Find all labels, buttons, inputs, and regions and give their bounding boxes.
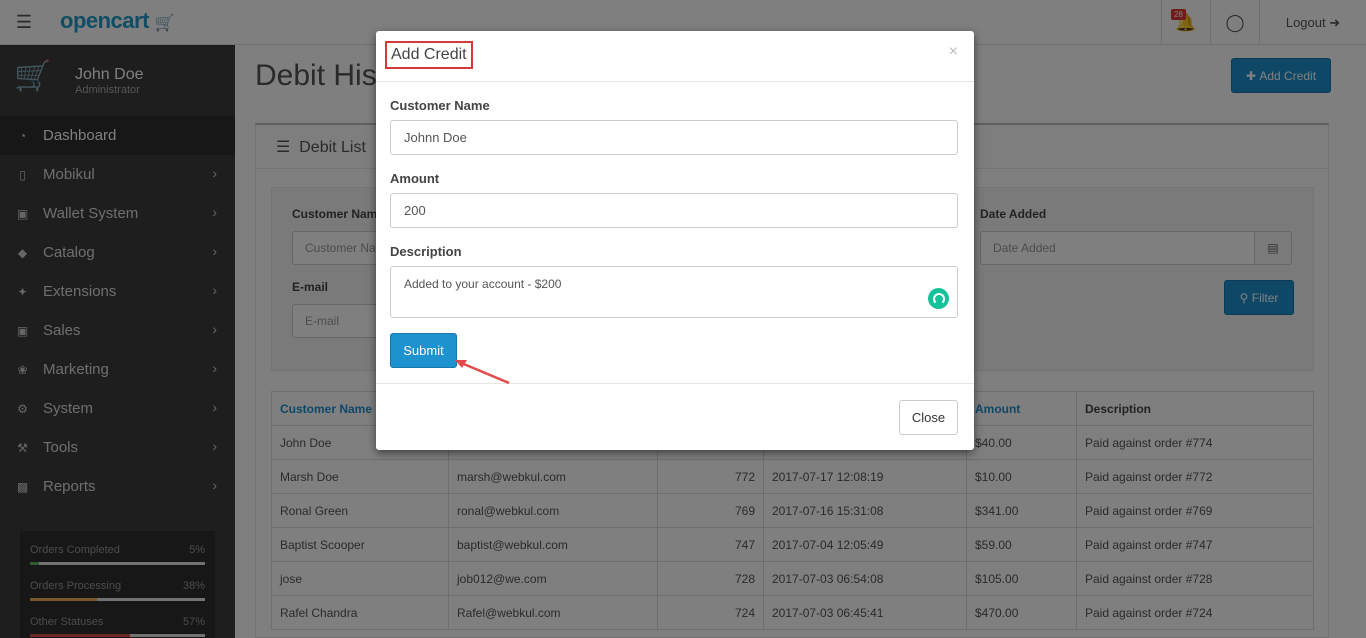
modal-title: Add Credit — [385, 41, 473, 69]
modal-header: Add Credit × — [376, 31, 974, 82]
submit-button[interactable]: Submit — [390, 333, 457, 368]
modal-footer: Close — [376, 383, 974, 450]
customer-name-input[interactable]: Johnn Doe — [390, 120, 958, 155]
grammarly-icon[interactable] — [928, 288, 949, 309]
description-label: Description — [390, 244, 462, 259]
amount-label: Amount — [390, 171, 440, 186]
close-button[interactable]: Close — [899, 400, 958, 435]
close-icon[interactable]: × — [949, 43, 958, 61]
amount-input[interactable]: 200 — [390, 193, 958, 228]
description-textarea[interactable]: Added to your account - $200 — [390, 266, 958, 318]
customer-name-label: Customer Name — [390, 98, 490, 113]
description-value: Added to your account - $200 — [404, 277, 562, 291]
annotation-arrow-icon — [455, 360, 510, 385]
add-credit-modal: Add Credit × Customer Name Johnn Doe Amo… — [376, 31, 974, 450]
